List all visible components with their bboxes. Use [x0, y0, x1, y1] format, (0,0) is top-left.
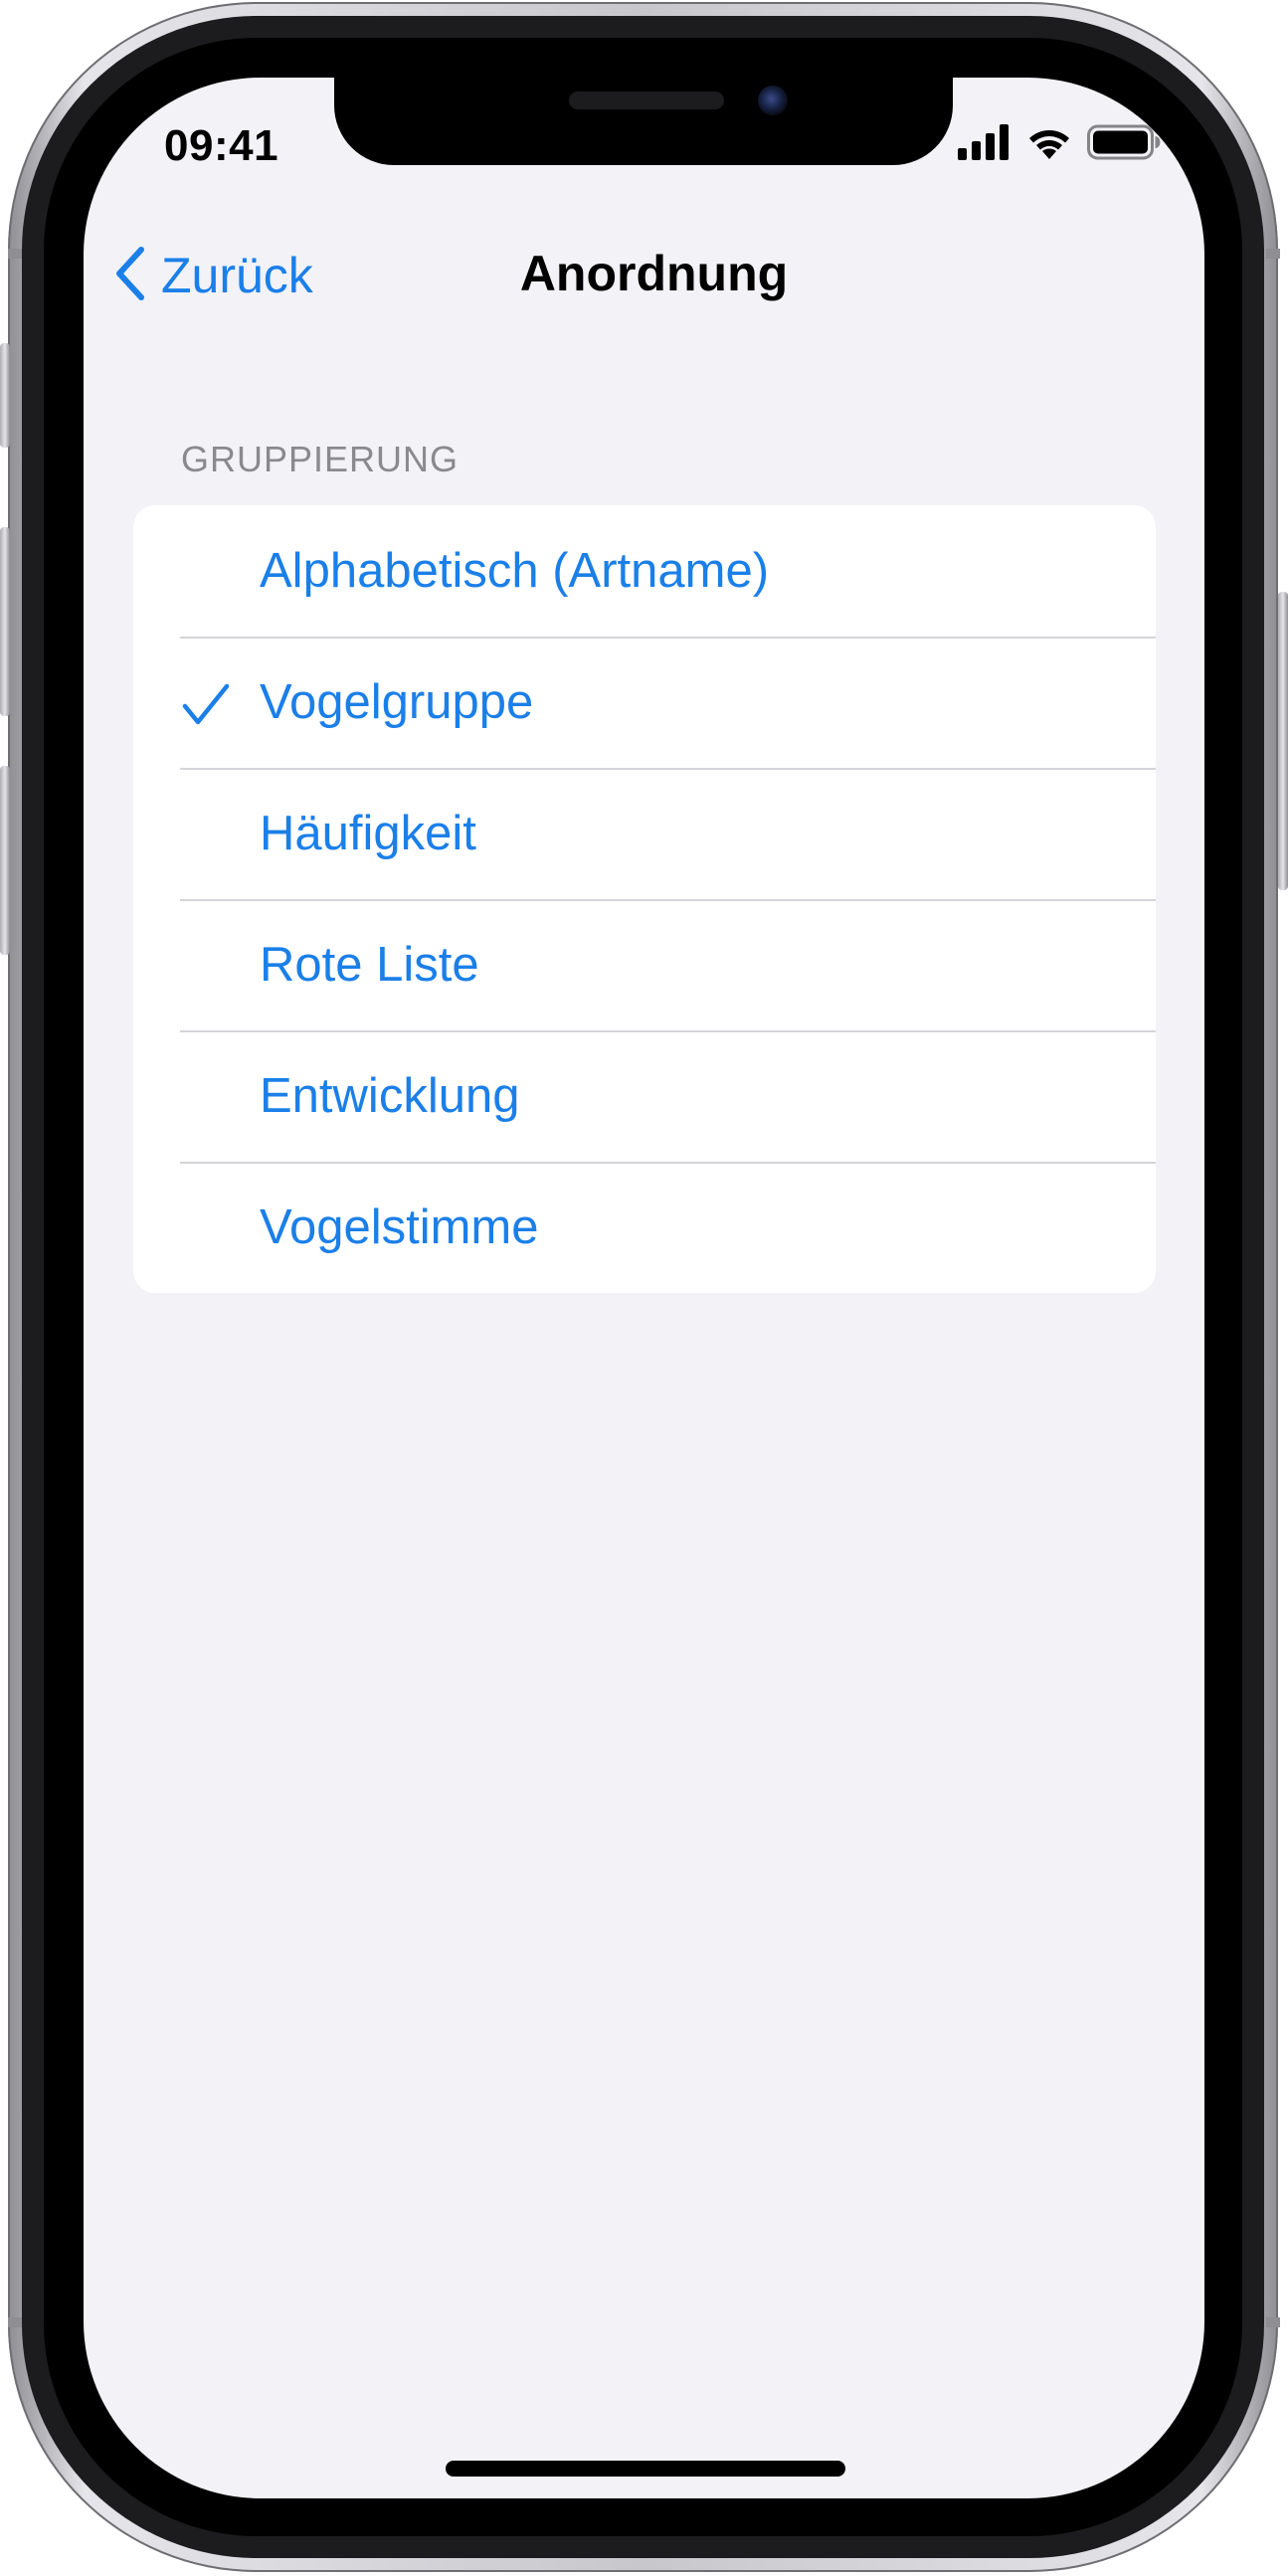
antenna-band	[8, 249, 22, 259]
checkmark-icon	[181, 682, 231, 728]
list-item-label: Vogelstimme	[260, 1200, 539, 1254]
volume-down-button	[0, 766, 10, 955]
earpiece-speaker	[569, 92, 724, 109]
list-item-label: Entwicklung	[260, 1069, 520, 1123]
status-icons	[958, 124, 1161, 165]
list-item-label: Häufigkeit	[260, 807, 476, 860]
antenna-band	[1266, 2317, 1280, 2327]
volume-up-button	[0, 527, 10, 716]
list-item-haeufigkeit[interactable]: Häufigkeit	[133, 768, 1156, 899]
side-button	[1278, 592, 1288, 890]
antenna-band	[1266, 249, 1280, 259]
grouping-list: Alphabetisch (Artname) Vogelgruppe Häufi…	[133, 505, 1156, 1293]
screen: 09:41 Zurück Anordnung GRUPPIERUNG Alpha…	[84, 78, 1204, 2498]
list-item-vogelstimme[interactable]: Vogelstimme	[133, 1162, 1156, 1293]
status-time: 09:41	[164, 121, 279, 170]
list-item-label: Vogelgruppe	[260, 675, 534, 729]
antenna-band	[8, 2317, 22, 2327]
section-header: GRUPPIERUNG	[181, 439, 460, 479]
list-item-entwicklung[interactable]: Entwicklung	[133, 1030, 1156, 1162]
silent-switch	[0, 343, 10, 448]
notch	[334, 78, 953, 165]
cellular-signal-icon	[958, 124, 1012, 165]
list-item-vogelgruppe[interactable]: Vogelgruppe	[133, 637, 1156, 768]
home-indicator[interactable]	[446, 2461, 845, 2477]
list-item-rote-liste[interactable]: Rote Liste	[133, 899, 1156, 1030]
wifi-icon	[1025, 124, 1073, 165]
list-item-alphabetisch[interactable]: Alphabetisch (Artname)	[133, 505, 1156, 637]
list-item-label: Rote Liste	[260, 938, 479, 992]
page-title: Anordnung	[519, 246, 789, 301]
battery-icon	[1087, 124, 1161, 165]
list-item-label: Alphabetisch (Artname)	[260, 544, 770, 598]
front-camera	[758, 86, 788, 115]
